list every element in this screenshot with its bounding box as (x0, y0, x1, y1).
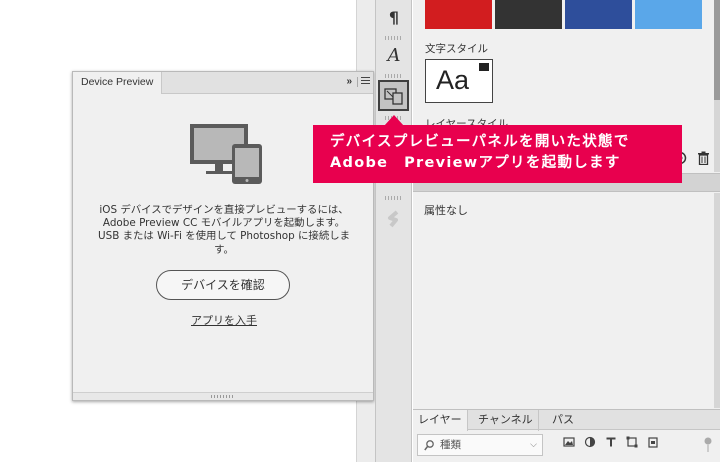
annotation-callout: デバイスプレビューパネルを開いた状態で Adobe Previewアプリを起動し… (313, 125, 682, 183)
paragraph-icon[interactable]: ¶ (376, 0, 412, 34)
confirm-device-button[interactable]: デバイスを確認 (156, 270, 290, 300)
libraries-icon[interactable] (376, 202, 412, 236)
color-swatch[interactable] (635, 0, 702, 29)
collapse-panel-icon[interactable]: » (346, 76, 351, 87)
no-properties-text: 属性なし (424, 204, 468, 217)
scrollbar-track[interactable] (714, 193, 720, 408)
trash-icon[interactable] (697, 151, 710, 165)
search-icon (424, 440, 434, 451)
callout-line-2: Adobe Previewアプリを起動します (330, 155, 621, 171)
character-icon[interactable]: A (376, 38, 412, 72)
scrollbar-thumb[interactable] (714, 0, 720, 100)
adjustment-filter-icon[interactable] (584, 436, 596, 448)
character-style-thumbnail[interactable]: Aa (425, 59, 493, 103)
device-preview-description: iOS デバイスでデザインを直接プレビューするには、Adobe Preview … (98, 204, 350, 256)
panel-resize-handle[interactable] (73, 392, 373, 400)
get-app-link[interactable]: アプリを入手 (191, 314, 257, 327)
tab-channels[interactable]: チャンネル (473, 410, 539, 431)
filter-kind-label: 種類 (440, 439, 461, 451)
collapsed-panel-strip: ¶ A (375, 0, 412, 462)
color-swatch[interactable] (425, 0, 492, 29)
character-style-label: 文字スタイル (425, 43, 488, 55)
color-swatch[interactable] (565, 0, 632, 29)
panel-menu-icon[interactable] (357, 77, 370, 87)
tab-paths[interactable]: パス (547, 410, 579, 431)
devices-icon (190, 124, 262, 184)
device-preview-panel: Device Preview » iOS デバイスでデザインを直接プレビューする… (72, 71, 374, 401)
smart-object-filter-icon[interactable] (647, 436, 659, 448)
type-filter-icon[interactable] (605, 436, 617, 448)
layers-filter-bar: 種類 ⌵ (413, 431, 720, 462)
color-swatch[interactable] (495, 0, 562, 29)
right-panel: 文字スタイル Aa レイヤースタイル 属性なし レイヤー チャンネル パス 種類… (413, 0, 720, 462)
callout-line-1: デバイスプレビューパネルを開いた状態で (330, 134, 630, 150)
chevron-down-icon: ⌵ (530, 440, 537, 450)
filter-toggle-icon[interactable] (704, 437, 712, 453)
tab-device-preview[interactable]: Device Preview (73, 72, 163, 94)
shape-filter-icon[interactable] (626, 436, 638, 448)
panel-header: Device Preview » (73, 72, 373, 94)
image-filter-icon[interactable] (563, 436, 575, 448)
filter-kind-select[interactable]: 種類 ⌵ (417, 434, 543, 456)
properties-panel: 属性なし (413, 193, 720, 408)
device-preview-icon[interactable] (378, 80, 409, 111)
layers-panel-tabs: レイヤー チャンネル パス (413, 409, 720, 431)
tab-layers[interactable]: レイヤー (413, 410, 468, 431)
